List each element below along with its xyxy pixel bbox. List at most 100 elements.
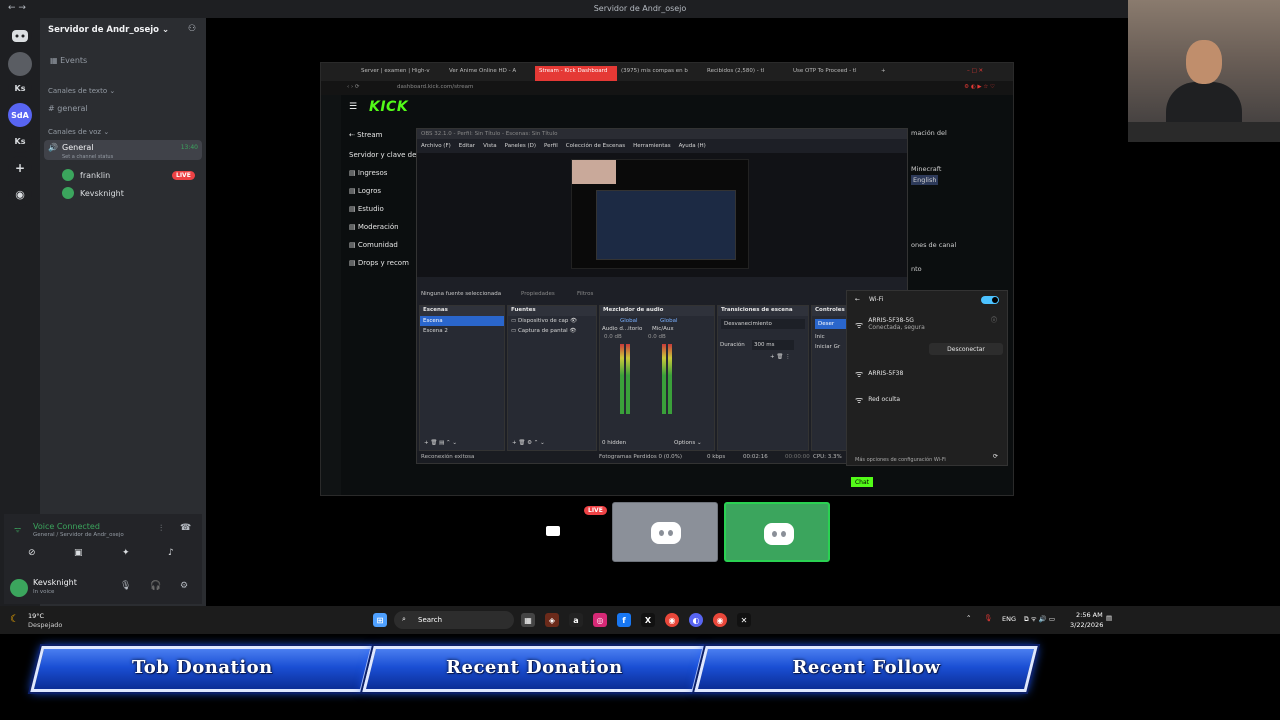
language-indicator[interactable]: ENG (1002, 615, 1016, 623)
options-button[interactable]: Options ⌄ (674, 440, 702, 446)
source-item[interactable]: ▭ Captura de pantal 👁 (508, 326, 596, 336)
window-controls-icon[interactable]: – □ ✕ (967, 68, 983, 74)
menu-vista[interactable]: Vista (483, 143, 497, 149)
nav-ingresos[interactable]: ▤ Ingresos (349, 169, 387, 177)
voice-channel-general[interactable]: 🔊 General 13:40 Set a channel status (44, 140, 202, 160)
channel-general-text[interactable]: # general (48, 104, 88, 113)
network-volume-icon[interactable]: ⧉ ᯤ 🔊 ▭ (1024, 614, 1055, 624)
camera-off-icon[interactable]: ⊘ (28, 548, 36, 558)
hidden-count[interactable]: 0 hidden (602, 440, 626, 446)
record-button[interactable]: Inic (812, 332, 850, 342)
menu-editar[interactable]: Editar (459, 143, 475, 149)
wifi-more-settings[interactable]: Más opciones de configuración Wi-Fi (855, 457, 946, 463)
noise-suppression-icon[interactable]: ⫶ (160, 524, 162, 534)
signal-icon[interactable]: ᯤ (14, 524, 21, 535)
mic-tray-icon[interactable]: 🎙 (984, 614, 992, 622)
nav-stream[interactable]: ⇠ Stream (349, 131, 382, 139)
nav-estudio[interactable]: ▤ Estudio (349, 205, 384, 213)
tray-overflow-icon[interactable]: ⌃ (966, 614, 971, 622)
nav-comunidad[interactable]: ▤ Comunidad (349, 241, 398, 249)
server-sda[interactable]: SdA (8, 103, 32, 127)
new-tab-icon[interactable]: + (881, 68, 886, 74)
scene-controls-icon[interactable]: + 🗑 ▤ ⌃ ⌄ (424, 440, 457, 446)
tab-2[interactable]: Ver Anime Online HD - A (449, 68, 531, 74)
notifications-icon[interactable]: ▤ (1106, 614, 1112, 622)
server-ks-1[interactable]: Ks (8, 76, 32, 100)
tab-5[interactable]: Recibidos (2,580) - tl (707, 68, 789, 74)
tab-4[interactable]: (3975) mis compas en b (621, 68, 703, 74)
server-ks-2[interactable]: Ks (8, 129, 32, 153)
transition-select[interactable]: Desvanecimiento (721, 319, 805, 329)
duration-input[interactable]: 300 ms (752, 340, 794, 350)
mic-icon[interactable]: 🎙 (120, 581, 131, 591)
obs-preview[interactable] (417, 153, 907, 277)
address-bar[interactable]: ‹ › ⟳ dashboard.kick.com/stream ⚙ ◐ ▶ ☆ … (321, 81, 1013, 95)
tab-6[interactable]: Use OTP To Proceed - tl (793, 68, 875, 74)
chrome-icon[interactable]: ◉ (665, 613, 679, 627)
soundboard-icon[interactable]: ♪ (168, 548, 174, 558)
filters-button[interactable]: Filtros (577, 291, 593, 297)
stream-tile-speaking[interactable] (724, 502, 830, 562)
wifi-network[interactable]: ᯤ ARRIS-5F38 (855, 367, 903, 380)
stream-tile-user[interactable] (612, 502, 718, 562)
wifi-toggle[interactable] (981, 296, 999, 304)
scene-item[interactable]: Escena (420, 316, 504, 326)
extensions-icon[interactable]: ⚙ ◐ ▶ ☆ ♡ (964, 84, 995, 90)
server-avatar-icon[interactable] (8, 52, 32, 76)
menu-perfil[interactable]: Perfil (544, 143, 558, 149)
x-icon[interactable]: X (641, 613, 655, 627)
explore-icon[interactable]: ◉ (8, 182, 32, 206)
kick-icon[interactable]: ✕ (737, 613, 751, 627)
windows-start-icon[interactable]: ⊞ (373, 613, 387, 627)
nav-logros[interactable]: ▤ Logros (349, 187, 381, 195)
headphones-icon[interactable]: 🎧 (150, 581, 161, 591)
discord-icon[interactable]: ◐ (689, 613, 703, 627)
refresh-icon[interactable]: ⟳ (993, 453, 998, 460)
add-member-icon[interactable]: ⚇ (188, 24, 196, 34)
wifi-network-connected[interactable]: ᯤ ARRIS-5F38-5G Conectada, segura (855, 317, 925, 331)
mixer-channel[interactable]: Audio d...itorio (602, 326, 642, 332)
nav-moderacion[interactable]: ▤ Moderación (349, 223, 399, 231)
start-record-button[interactable]: Iniciar Gr (812, 342, 850, 352)
text-category[interactable]: Canales de texto ⌄ (48, 87, 115, 95)
server-name[interactable]: Servidor de Andr_osejo ⌄ (48, 25, 169, 35)
clock-date[interactable]: 3/22/2026 (1070, 621, 1103, 629)
avatar[interactable] (10, 579, 28, 597)
source-item[interactable]: ▭ Dispositivo de cap 👁 (508, 316, 596, 326)
source-controls-icon[interactable]: + 🗑 ⚙ ⌃ ⌄ (512, 440, 545, 446)
clock-time[interactable]: 2:56 AM (1076, 611, 1103, 619)
menu-paneles[interactable]: Paneles (D) (505, 143, 536, 149)
nav-server-key[interactable]: Servidor y clave de (349, 151, 416, 159)
menu-ayuda[interactable]: Ayuda (H) (679, 143, 706, 149)
stream-stop-button[interactable]: Deser (815, 319, 847, 329)
nav-arrows-icon[interactable]: ‹ › ⟳ (347, 84, 360, 90)
app-icon[interactable]: ◈ (545, 613, 559, 627)
menu-herramientas[interactable]: Herramientas (633, 143, 670, 149)
chat-button[interactable]: Chat (851, 477, 873, 487)
instagram-icon[interactable]: ◎ (593, 613, 607, 627)
chrome-icon-2[interactable]: ◉ (713, 613, 727, 627)
activities-icon[interactable]: ✦ (122, 548, 130, 558)
voice-user-kevsknight[interactable]: Kevsknight (62, 187, 124, 199)
amazon-icon[interactable]: a (569, 613, 583, 627)
voice-user-franklin[interactable]: franklin LIVE (62, 169, 195, 181)
discord-home-icon[interactable] (8, 24, 32, 48)
menu-archivo[interactable]: Archivo (F) (421, 143, 451, 149)
url-text[interactable]: dashboard.kick.com/stream (397, 84, 473, 90)
moon-weather-icon[interactable]: ☾ (10, 614, 19, 625)
settings-gear-icon[interactable]: ⚙ (180, 581, 188, 591)
task-view-icon[interactable]: ▦ (521, 613, 535, 627)
wifi-network[interactable]: ᯤ Red oculta (855, 393, 900, 406)
transition-controls-icon[interactable]: + 🗑 ⋮ (770, 354, 791, 360)
tab-1[interactable]: Server | examen | High-v (361, 68, 443, 74)
language-tag[interactable]: English (911, 175, 939, 185)
nav-drops[interactable]: ▤ Drops y recom (349, 259, 409, 267)
mixer-channel[interactable]: Mic/Aux (652, 326, 674, 332)
disconnect-icon[interactable]: ☎ (180, 523, 191, 533)
info-icon[interactable]: ⓘ (991, 315, 997, 324)
screen-share-icon[interactable]: ▣ (74, 548, 83, 558)
properties-button[interactable]: Propiedades (521, 291, 555, 297)
stream-tile-screen[interactable]: LIVE (500, 502, 607, 562)
kick-logo[interactable]: KICK (369, 99, 408, 115)
taskbar-search[interactable]: ⌕ Search (394, 611, 514, 629)
